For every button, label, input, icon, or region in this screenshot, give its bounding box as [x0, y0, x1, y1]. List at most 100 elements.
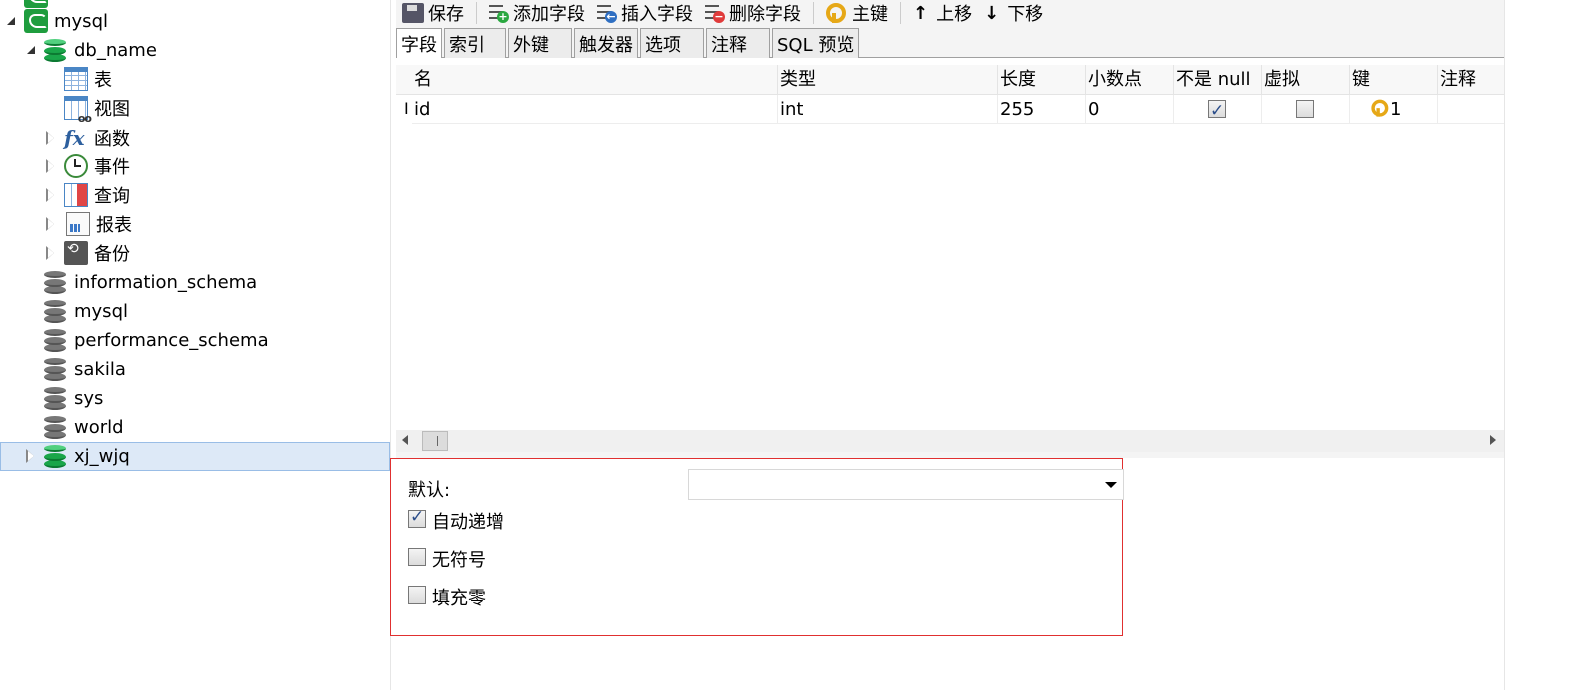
- column-header-type[interactable]: 类型: [778, 65, 998, 95]
- scroll-right-icon[interactable]: [1490, 435, 1496, 445]
- database-label: xj_wjq: [74, 445, 130, 467]
- key-order: 1: [1390, 99, 1402, 120]
- toolbar-divider: [813, 2, 814, 24]
- move-down-label: 下移: [1007, 4, 1044, 25]
- expand-closed-icon[interactable]: [26, 449, 38, 463]
- expand-closed-icon[interactable]: [46, 188, 58, 202]
- add-field-icon: +: [489, 3, 509, 23]
- tree-item-label: 查询: [94, 186, 130, 207]
- toolbar: 保存 + 添加字段 ← 插入字段 − 删除字段 主键 ↑ 上移 ↓ 下移: [396, 0, 1504, 26]
- tree-item-label: 报表: [96, 215, 132, 236]
- report-icon: [66, 212, 90, 236]
- column-header-not-null[interactable]: 不是 null: [1174, 65, 1262, 95]
- tree-item-functions[interactable]: fx 函数: [46, 124, 130, 152]
- column-header-decimals[interactable]: 小数点: [1086, 65, 1174, 95]
- tab-triggers[interactable]: 触发器: [574, 28, 638, 58]
- tree-item-views[interactable]: 视图: [64, 94, 130, 125]
- tree-item-backups[interactable]: 备份: [46, 239, 130, 267]
- column-header-virtual[interactable]: 虚拟: [1262, 65, 1350, 95]
- tree-item-database[interactable]: information_schema: [44, 268, 257, 296]
- mysql-connection-icon: [24, 9, 48, 33]
- expand-open-icon[interactable]: [6, 15, 18, 27]
- save-label: 保存: [428, 4, 464, 25]
- delete-field-icon: −: [705, 3, 725, 23]
- tree-item-label: 备份: [94, 244, 130, 265]
- delete-field-button[interactable]: − 删除字段: [699, 1, 807, 25]
- cell-type[interactable]: int: [778, 95, 998, 124]
- tab-comments[interactable]: 注释: [706, 28, 770, 58]
- tree-item-db-name[interactable]: db_name: [26, 36, 157, 64]
- database-label: sys: [74, 387, 104, 409]
- tree-item-database[interactable]: world: [44, 413, 124, 441]
- scroll-thumb[interactable]: [422, 431, 448, 451]
- horizontal-scrollbar[interactable]: [396, 430, 1504, 452]
- toolbar-divider: [476, 2, 477, 24]
- tab-bar: 字段 索引 外键 触发器 选项 注释 SQL 预览: [396, 28, 1504, 59]
- tree-item-reports[interactable]: 报表: [46, 210, 132, 238]
- not-null-checkbox[interactable]: [1208, 97, 1226, 126]
- insert-field-button[interactable]: ← 插入字段: [591, 1, 699, 25]
- scroll-left-icon[interactable]: [402, 435, 408, 445]
- arrow-up-icon: ↑: [913, 2, 929, 24]
- save-button[interactable]: 保存: [396, 1, 470, 25]
- tab-options[interactable]: 选项: [640, 28, 704, 58]
- primary-key-button[interactable]: 主键: [820, 1, 894, 25]
- auto-increment-checkbox[interactable]: [408, 507, 426, 528]
- move-up-label: 上移: [936, 4, 973, 25]
- database-icon: [44, 270, 68, 294]
- tree-item-label: 视图: [94, 99, 130, 120]
- default-select[interactable]: [688, 469, 1124, 500]
- tree-item-label: 事件: [94, 157, 130, 178]
- tab-sql-preview[interactable]: SQL 预览: [772, 28, 860, 58]
- zerofill-checkbox[interactable]: [408, 586, 426, 604]
- add-field-button[interactable]: + 添加字段: [483, 1, 591, 25]
- move-up-button[interactable]: ↑ 上移: [907, 1, 978, 26]
- tab-fields[interactable]: 字段: [396, 28, 442, 59]
- expand-open-icon[interactable]: [26, 44, 38, 56]
- expand-closed-icon[interactable]: [46, 131, 58, 145]
- tree-item-connection[interactable]: mysql: [6, 7, 108, 35]
- view-icon: [64, 96, 91, 125]
- cell-decimals[interactable]: 0: [1086, 95, 1174, 124]
- tree-item-database[interactable]: performance_schema: [44, 326, 269, 354]
- column-header-length[interactable]: 长度: [998, 65, 1086, 95]
- save-icon: [402, 3, 424, 23]
- primary-key-icon: [1371, 99, 1389, 119]
- table-designer: 保存 + 添加字段 ← 插入字段 − 删除字段 主键 ↑ 上移 ↓ 下移 字段 …: [390, 0, 1504, 690]
- cell-key[interactable]: 1: [1350, 95, 1438, 124]
- column-header-name[interactable]: 名: [412, 65, 778, 95]
- tree-item-database-selected[interactable]: xj_wjq: [26, 442, 130, 470]
- dropdown-arrow-icon[interactable]: [1105, 482, 1117, 488]
- cell-name[interactable]: id: [412, 95, 778, 124]
- navigation-tree: mysql db_name 表 视图 fx 函数 事件 查询 报表 备份: [0, 0, 391, 690]
- expand-closed-icon[interactable]: [46, 246, 58, 260]
- tree-item-database[interactable]: sakila: [44, 355, 126, 383]
- tree-item-database[interactable]: mysql: [44, 297, 128, 325]
- unsigned-checkbox[interactable]: [408, 548, 426, 566]
- zerofill-label: 填充零: [432, 588, 486, 609]
- tree-item-database[interactable]: sys: [44, 384, 103, 412]
- default-label: 默认:: [408, 480, 451, 501]
- backup-icon: [64, 241, 88, 265]
- virtual-checkbox[interactable]: [1296, 100, 1314, 118]
- move-down-button[interactable]: ↓ 下移: [978, 1, 1049, 26]
- insert-field-icon: ←: [597, 3, 617, 23]
- column-header-comment[interactable]: 注释: [1438, 65, 1504, 95]
- tree-item-events[interactable]: 事件: [46, 152, 130, 180]
- cell-not-null: [1174, 95, 1262, 126]
- cell-length[interactable]: 255: [998, 95, 1086, 124]
- tree-item-tables[interactable]: 表: [64, 65, 112, 93]
- expand-closed-icon[interactable]: [46, 159, 58, 173]
- tab-foreign-keys[interactable]: 外键: [508, 28, 572, 58]
- tree-item-queries[interactable]: 查询: [46, 181, 130, 209]
- column-header-key[interactable]: 键: [1350, 65, 1438, 95]
- query-icon: [64, 183, 88, 207]
- cell-comment[interactable]: [1438, 95, 1504, 124]
- unsigned-label: 无符号: [432, 550, 486, 571]
- row-cursor-marker: I: [404, 99, 409, 118]
- database-icon: [44, 328, 68, 352]
- expand-closed-icon[interactable]: [46, 217, 58, 231]
- database-label: information_schema: [74, 271, 258, 293]
- arrow-down-icon: ↓: [984, 2, 1000, 24]
- tab-indexes[interactable]: 索引: [444, 28, 506, 58]
